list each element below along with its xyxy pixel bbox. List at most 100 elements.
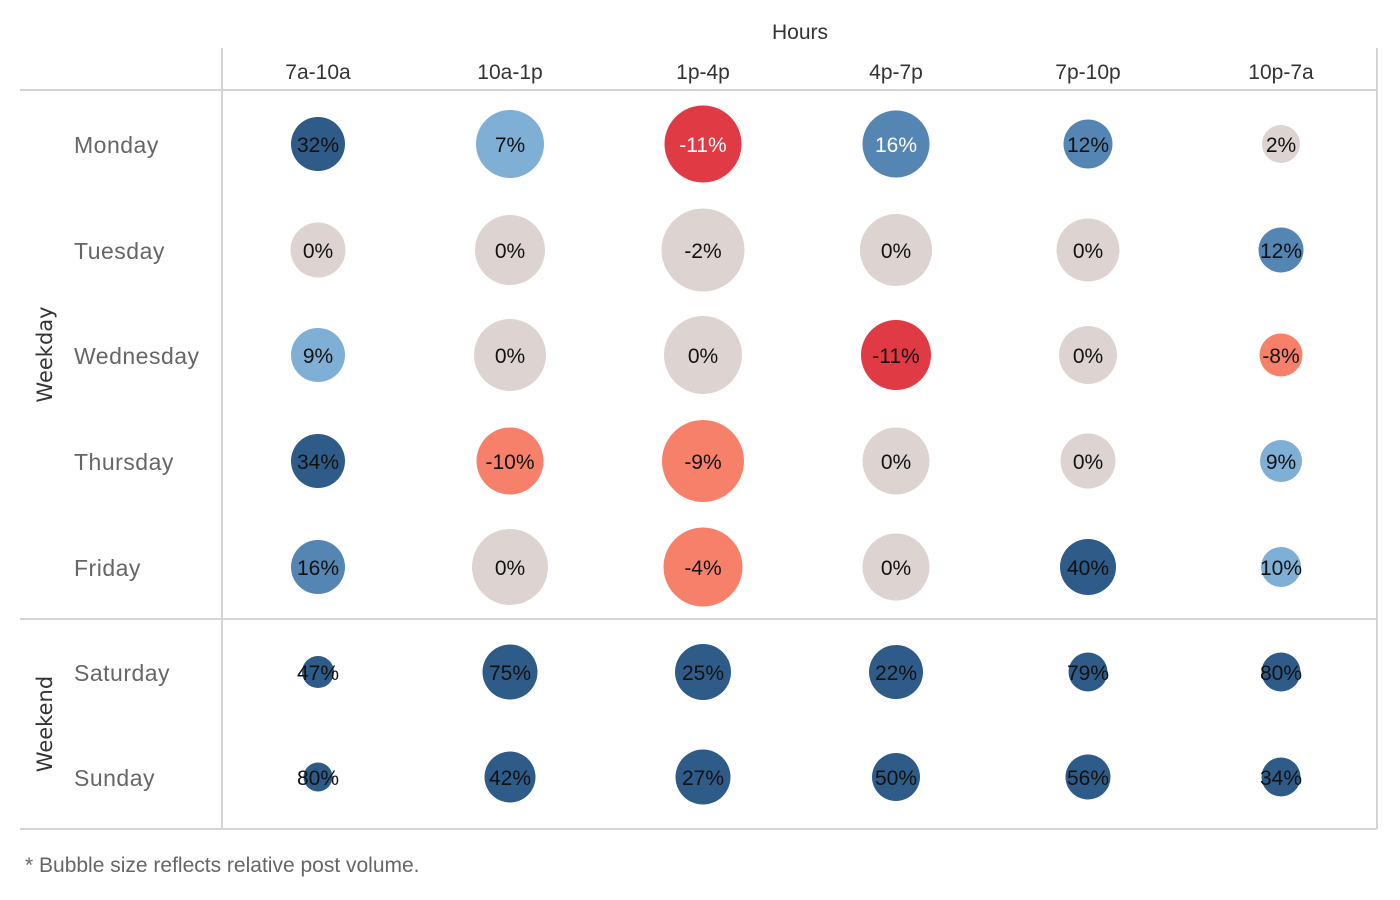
bubble-label: 16% [875, 134, 917, 157]
bubble-label: 27% [682, 767, 724, 790]
group-label: Weekday [33, 306, 57, 402]
bubble-label: 16% [297, 557, 339, 580]
column-header-title: Hours [772, 21, 828, 44]
column-label: 4p-7p [869, 61, 923, 84]
bubble-label: 79% [1067, 662, 1109, 685]
bubble-label: 2% [1266, 134, 1296, 157]
bubble-grid-chart: Hours 7a-10a 10a-1p 1p-4p 4p-7p 7p-10p 10p-7a… [0, 0, 1400, 900]
bubble: 16% [862, 110, 930, 178]
bubble: 0% [475, 215, 545, 285]
bubble-label: -11% [872, 345, 919, 368]
bubble-label: 50% [875, 767, 917, 790]
bubble-label: 75% [489, 662, 531, 685]
bubble: 0% [862, 427, 930, 495]
bubble-label: 80% [297, 767, 339, 790]
column-label: 1p-4p [676, 61, 730, 84]
footnote: * Bubble size reflects relative post vol… [25, 854, 420, 877]
bubble: 22% [869, 645, 923, 699]
row-label: Tuesday [74, 238, 165, 264]
bubble: 12% [1258, 227, 1304, 273]
chart-canvas: Hours 7a-10a 10a-1p 1p-4p 4p-7p 7p-10p 10p-7a… [20, 21, 1378, 877]
bubble: 27% [675, 749, 731, 805]
bubble-label: 0% [881, 240, 911, 263]
bubble-label: 34% [1260, 767, 1302, 790]
bubble: 32% [291, 117, 345, 171]
bubble-label: -4% [684, 557, 721, 580]
bubble-label: 9% [1266, 451, 1296, 474]
bubble: 40% [1060, 539, 1116, 595]
bubble: 0% [1056, 218, 1120, 282]
bubble: -9% [662, 420, 744, 502]
bubble-label: 0% [303, 240, 333, 263]
bubble-label: 0% [1073, 345, 1103, 368]
column-label: 7p-10p [1055, 61, 1120, 84]
bubble: 0% [472, 529, 548, 605]
bubbles: 32% 7% -11% 16% 12% 2% 0% 0% -2% 0% 0% 12% 9% 0% 0% -11… [290, 105, 1304, 805]
bubble: 34% [291, 434, 345, 488]
bubble: 16% [291, 540, 345, 594]
bubble: 79% [1067, 652, 1109, 692]
bubble-label: 34% [297, 451, 339, 474]
group-labels: Weekday Weekend [33, 306, 57, 772]
bubble-label: -9% [684, 451, 721, 474]
bubble-label: -10% [485, 451, 534, 474]
bubble: 7% [476, 110, 544, 178]
bubble-label: 0% [495, 557, 525, 580]
bubble-label: 12% [1260, 240, 1302, 263]
bubble-label: 22% [875, 662, 917, 685]
bubble-label: 32% [297, 134, 339, 157]
row-label: Saturday [74, 660, 170, 686]
bubble: 80% [297, 762, 339, 792]
bubble: 0% [860, 214, 932, 286]
bubble-label: -8% [1262, 345, 1299, 368]
bubble: 56% [1065, 754, 1111, 800]
bubble: 0% [862, 533, 930, 601]
bubble: -8% [1259, 333, 1303, 377]
bubble: 0% [1060, 433, 1116, 489]
bubble-label: 42% [489, 767, 531, 790]
bubble: 75% [482, 644, 538, 700]
bubble: 47% [297, 656, 339, 688]
column-label: 10p-7a [1248, 61, 1314, 84]
bubble-label: -2% [684, 240, 721, 263]
row-label: Thursday [74, 449, 174, 475]
bubble-label: 0% [1073, 240, 1103, 263]
bubble: 42% [484, 751, 536, 803]
bubble: 9% [1260, 440, 1302, 482]
bubble-label: 12% [1067, 134, 1109, 157]
bubble-label: 9% [303, 345, 333, 368]
bubble-label: -11% [679, 134, 726, 157]
row-label: Sunday [74, 765, 155, 791]
bubble-label: 25% [682, 662, 724, 685]
bubble: 50% [872, 753, 920, 801]
bubble-label: 40% [1067, 557, 1109, 580]
bubble-label: 80% [1260, 662, 1302, 685]
bubble: 25% [675, 644, 731, 700]
bubble: 34% [1260, 757, 1302, 797]
bubble: 9% [291, 328, 345, 382]
bubble-label: 0% [688, 345, 718, 368]
bubble: -2% [661, 208, 745, 292]
bubble: 0% [290, 222, 346, 278]
column-label: 10a-1p [477, 61, 542, 84]
row-labels: Monday Tuesday Wednesday Thursday Friday Satu… [74, 132, 200, 791]
row-label: Wednesday [74, 343, 200, 369]
row-label: Friday [74, 555, 141, 581]
bubble-label: 0% [1073, 451, 1103, 474]
column-labels: 7a-10a 10a-1p 1p-4p 4p-7p 7p-10p 10p-7a [285, 61, 1314, 84]
bubble: 10% [1260, 547, 1302, 587]
bubble: 12% [1063, 119, 1113, 169]
bubble: 0% [474, 319, 546, 391]
bubble-label: 56% [1067, 767, 1109, 790]
bubble: -4% [663, 527, 743, 607]
column-label: 7a-10a [285, 61, 351, 84]
bubble: 0% [664, 316, 742, 394]
bubble: -11% [664, 105, 742, 183]
group-label: Weekend [33, 676, 57, 772]
bubble-label: 0% [495, 345, 525, 368]
bubble: -11% [861, 320, 931, 390]
bubble: 2% [1262, 125, 1300, 163]
bubble: 80% [1260, 652, 1302, 692]
bubble-label: 47% [297, 662, 339, 685]
bubble-label: 0% [495, 240, 525, 263]
